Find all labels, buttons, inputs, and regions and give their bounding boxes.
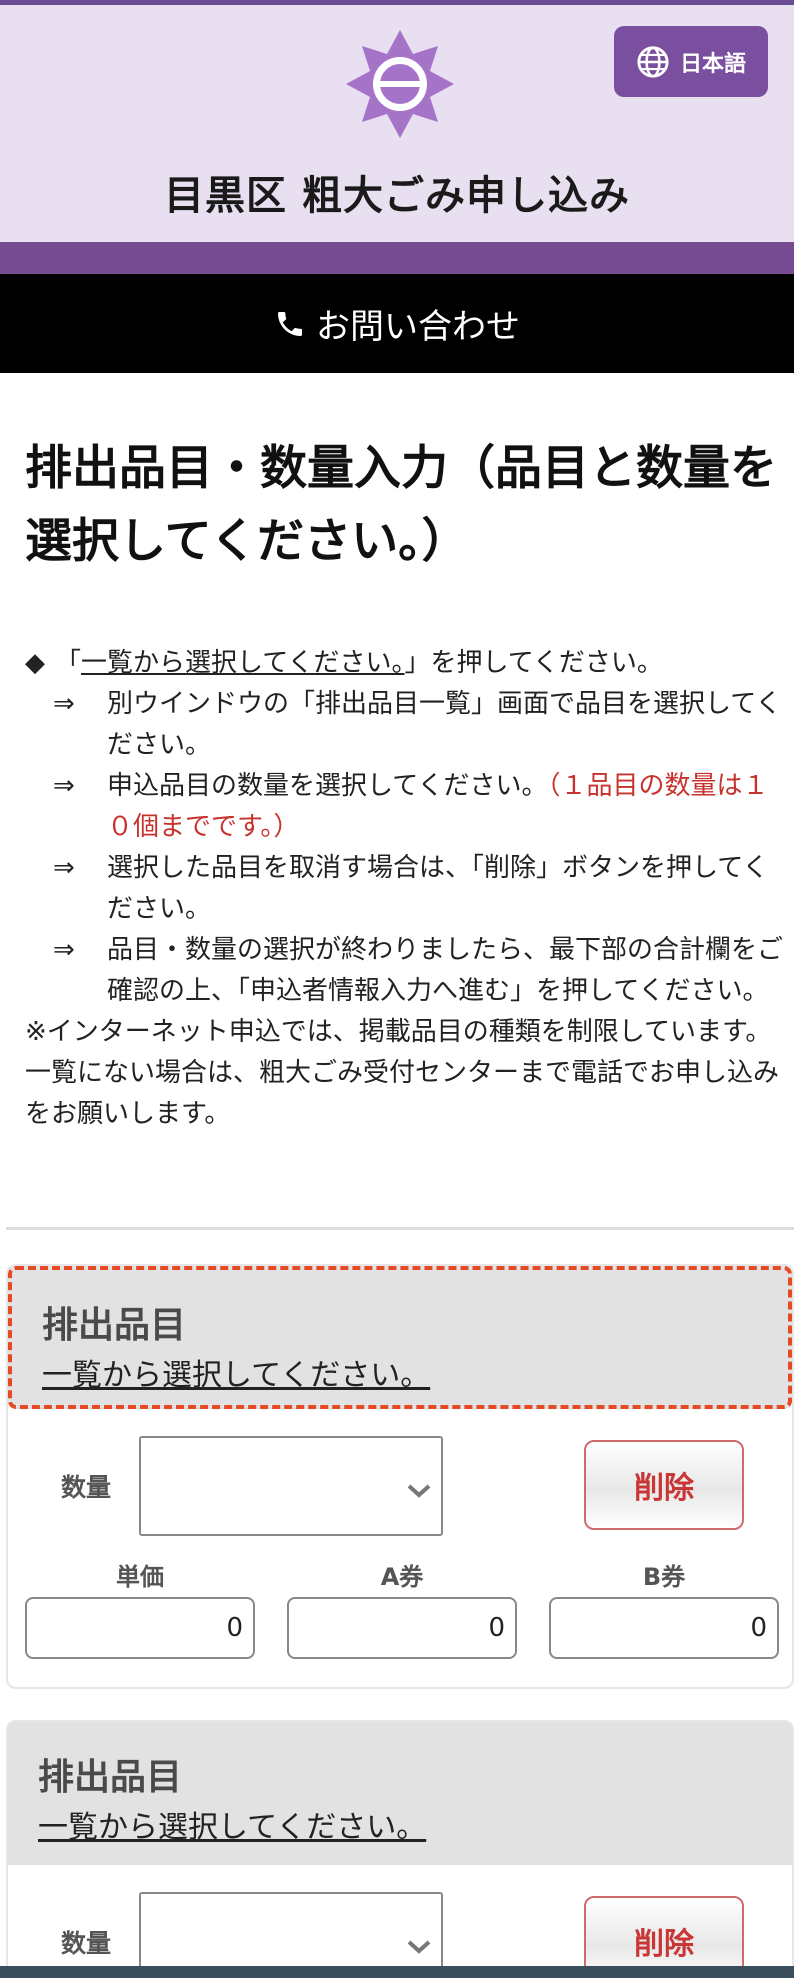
instruction-lead-suffix: 」を押してください。: [404, 648, 663, 678]
a-ticket-label: A券: [380, 1563, 424, 1591]
pick-item-link[interactable]: 一覧から選択してください。: [38, 1802, 426, 1846]
b-ticket-label: B券: [642, 1563, 686, 1591]
item-card: 排出品目 一覧から選択してください。 数量 削除: [6, 1720, 794, 1978]
page-heading: 排出品目・数量入力（品目と数量を選択してください。）: [25, 441, 777, 569]
quantity-select[interactable]: [139, 1436, 443, 1536]
arrow-bullet-icon: ⇒: [53, 853, 75, 883]
item-card-header: 排出品目 一覧から選択してください。: [8, 1266, 792, 1409]
instruction-step-text: 申込品目の数量を選択してください。: [107, 771, 548, 801]
arrow-bullet-icon: ⇒: [53, 771, 75, 801]
instruction-step-text: 品目・数量の選択が終わりましたら、最下部の合計欄をご確認の上、「申込者情報入力へ…: [107, 935, 784, 1006]
unit-price-label: 単価: [116, 1563, 164, 1591]
chevron-down-icon: [407, 1940, 431, 1954]
instruction-lead: ◆ 「一覧から選択してください。」を押してください。: [25, 643, 785, 684]
pick-from-list-link[interactable]: 一覧から選択してください。: [81, 648, 404, 678]
globe-icon: [637, 45, 669, 78]
divider: [6, 1227, 794, 1230]
instruction-step: ⇒ 申込品目の数量を選択してください。（１品目の数量は１０個までです。）: [25, 766, 785, 848]
quantity-label: 数量: [61, 1473, 112, 1502]
instruction-lead-prefix: 「: [55, 648, 82, 678]
instruction-step-text: 別ウインドウの「排出品目一覧」画面で品目を選択してください。: [107, 689, 782, 760]
bottom-edge: [0, 1966, 794, 1978]
phone-icon: [278, 311, 302, 336]
site-header: 日本語 目黒区 粗大ごみ申し込み: [0, 5, 794, 242]
chevron-down-icon: [407, 1484, 431, 1498]
instruction-step: ⇒ 選択した品目を取消す場合は、「削除」ボタンを押してください。: [25, 848, 785, 930]
item-card: 排出品目 一覧から選択してください。 数量 削除 単価 A券 B券 0 0 0: [6, 1264, 794, 1689]
a-ticket-field: 0: [287, 1597, 517, 1659]
header-band: [0, 242, 794, 274]
quantity-label: 数量: [61, 1929, 112, 1958]
instruction-step: ⇒ 品目・数量の選択が終わりましたら、最下部の合計欄をご確認の上、「申込者情報入…: [25, 930, 785, 1012]
instruction-footnote: ※インターネット申込では、掲載品目の種類を制限しています。一覧にない場合は、粗大…: [25, 1017, 780, 1129]
instruction-step-text: 選択した品目を取消す場合は、「削除」ボタンを押してください。: [107, 853, 769, 924]
item-label: 排出品目: [38, 1757, 183, 1798]
language-button[interactable]: 日本語: [614, 26, 768, 97]
item-label: 排出品目: [42, 1305, 187, 1346]
contact-label: お問い合わせ: [316, 307, 520, 347]
pick-item-link[interactable]: 一覧から選択してください。: [42, 1350, 430, 1394]
b-ticket-field: 0: [549, 1597, 779, 1659]
site-title: 目黒区 粗大ごみ申し込み: [164, 173, 630, 219]
language-label: 日本語: [679, 51, 746, 77]
delete-button[interactable]: 削除: [584, 1440, 744, 1530]
arrow-bullet-icon: ⇒: [53, 689, 75, 719]
contact-button[interactable]: お問い合わせ: [0, 274, 794, 373]
meguro-emblem-icon: [346, 30, 454, 138]
instruction-step: ⇒ 別ウインドウの「排出品目一覧」画面で品目を選択してください。: [25, 684, 785, 766]
unit-price-field: 0: [25, 1597, 255, 1659]
diamond-bullet-icon: ◆: [25, 648, 45, 678]
arrow-bullet-icon: ⇒: [53, 935, 75, 965]
instructions: ◆ 「一覧から選択してください。」を押してください。 ⇒ 別ウインドウの「排出品…: [25, 643, 785, 1135]
item-card-header: 排出品目 一覧から選択してください。: [8, 1722, 792, 1865]
